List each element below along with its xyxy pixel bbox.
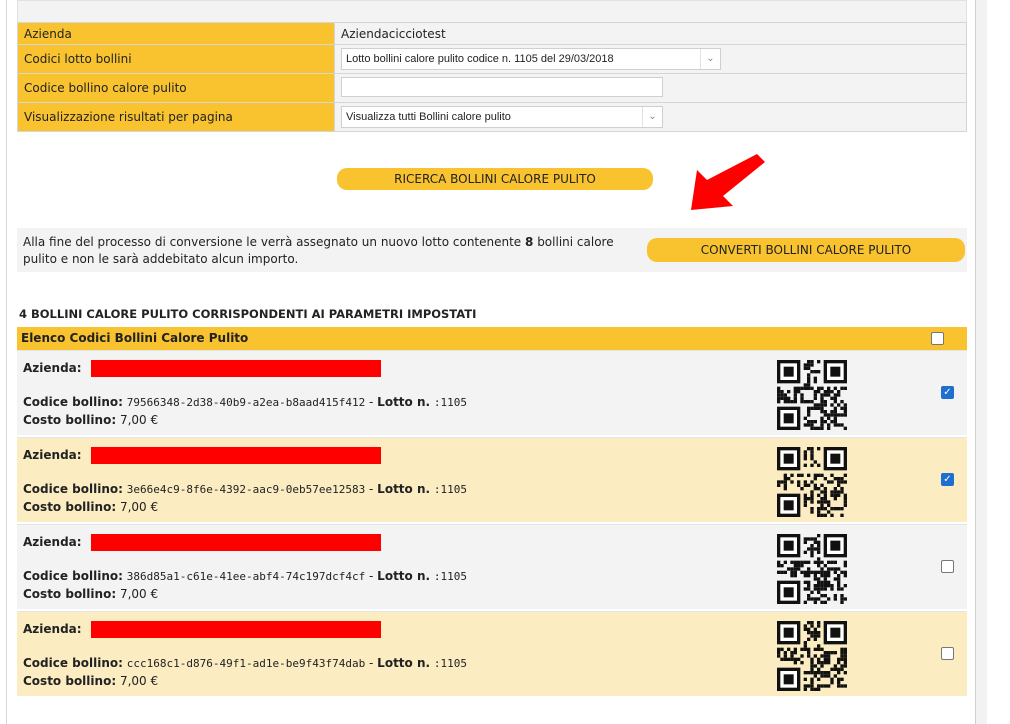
redacted-block [91,534,381,551]
codice-label: Codice bollino: [23,395,123,409]
codice-value: 79566348-2d38-40b9-a2ea-b8aad415f412 [126,396,366,409]
codice-line: Codice bollino: ccc168c1-d876-49f1-ad1e-… [23,656,468,670]
main-content: Azienda Aziendacicciotest Codici lotto b… [17,0,967,724]
results-title: 4 BOLLINI CALORE PULITO CORRISPONDENTI A… [19,307,477,321]
lotto-select-value: Lotto bollini calore pulito codice n. 11… [346,53,614,65]
codice-line: Codice bollino: 3e66e4c9-8f6e-4392-aac9-… [23,482,468,496]
costo-value: 7,00 € [119,674,159,688]
lotto-value: :1105 [433,657,468,670]
costo-line: Costo bollino: 7,00 € [23,587,158,601]
filter-row-azienda: Azienda Aziendacicciotest [17,22,967,45]
costo-label: Costo bollino: [23,587,117,601]
convert-description: Alla fine del processo di conversione le… [23,235,614,266]
list-item: Azienda: Codice bollino: ccc168c1-d876-49… [17,611,967,696]
select-all-checkbox[interactable] [931,332,944,345]
filter-label: Visualizzazione risultati per pagina [17,102,335,132]
codice-value: 3e66e4c9-8f6e-4392-aac9-0eb57ee12583 [126,483,366,496]
row-checkbox[interactable]: ✓ [941,386,954,399]
filter-label: Azienda [17,22,335,45]
left-frame-border [0,0,7,724]
filter-label: Codici lotto bollini [17,44,335,74]
costo-label: Costo bollino: [23,413,117,427]
results-per-page-select[interactable]: Visualizza tutti Bollini calore pulito ⌄ [341,106,663,128]
row-checkbox[interactable] [941,560,954,573]
filter-row-visualizzazione: Visualizzazione risultati per pagina Vis… [17,102,967,132]
row-checkbox[interactable] [941,647,954,660]
list-item: Azienda: Codice bollino: 386d85a1-c61e-41… [17,524,967,609]
lotto-label: Lotto n. [377,569,431,583]
lotto-label: Lotto n. [377,395,431,409]
lotto-value: :1105 [433,483,468,496]
costo-label: Costo bollino: [23,500,117,514]
lotto-label: Lotto n. [377,482,431,496]
chevron-down-icon: ⌄ [642,107,662,127]
filter-row-lotto: Codici lotto bollini Lotto bollini calor… [17,44,967,74]
filter-row-codice: Codice bollino calore pulito [17,73,967,103]
costo-line: Costo bollino: 7,00 € [23,674,158,688]
results-per-page-value: Visualizza tutti Bollini calore pulito [346,111,511,123]
qr-code-icon [777,360,847,430]
costo-line: Costo bollino: 7,00 € [23,500,158,514]
costo-line: Costo bollino: 7,00 € [23,413,158,427]
lotto-select[interactable]: Lotto bollini calore pulito codice n. 11… [341,48,721,70]
chevron-down-icon: ⌄ [700,49,720,69]
redacted-block [91,621,381,638]
list-item: Azienda: Codice bollino: 79566348-2d38-40… [17,350,967,435]
lotto-value: :1105 [433,396,468,409]
codice-value: 386d85a1-c61e-41ee-abf4-74c197dcf4cf [126,570,366,583]
azienda-value: Aziendacicciotest [334,22,967,45]
costo-value: 7,00 € [119,587,159,601]
redacted-block [91,447,381,464]
codice-bollino-input[interactable] [341,76,663,97]
azienda-label: Azienda: [23,622,82,636]
qr-code-icon [777,447,847,517]
vertical-scrollbar[interactable] [975,0,987,724]
convert-button[interactable]: CONVERTI BOLLINI CALORE PULITO [647,238,965,262]
costo-value: 7,00 € [119,413,159,427]
azienda-label: Azienda: [23,535,82,549]
lotto-label: Lotto n. [377,656,431,670]
red-arrow-icon [691,154,765,210]
costo-label: Costo bollino: [23,674,117,688]
redacted-block [91,360,381,377]
row-checkbox[interactable]: ✓ [941,473,954,486]
codice-value: ccc168c1-d876-49f1-ad1e-be9f43f74dab [126,657,366,670]
codice-label: Codice bollino: [23,569,123,583]
lotto-value: :1105 [433,570,468,583]
azienda-label: Azienda: [23,361,82,375]
convert-panel: Alla fine del processo di conversione le… [17,228,967,272]
list-header: Elenco Codici Bollini Calore Pulito [17,327,967,350]
codice-label: Codice bollino: [23,482,123,496]
list-header-label: Elenco Codici Bollini Calore Pulito [21,331,249,345]
costo-value: 7,00 € [119,500,159,514]
filter-label: Codice bollino calore pulito [17,73,335,103]
list-item: Azienda: Codice bollino: 3e66e4c9-8f6e-43… [17,437,967,522]
codice-line: Codice bollino: 386d85a1-c61e-41ee-abf4-… [23,569,468,583]
azienda-label: Azienda: [23,448,82,462]
codice-label: Codice bollino: [23,656,123,670]
filter-table: Azienda Aziendacicciotest Codici lotto b… [17,22,967,132]
top-strip [17,0,967,22]
codice-line: Codice bollino: 79566348-2d38-40b9-a2ea-… [23,395,468,409]
qr-code-icon [777,621,847,691]
search-button[interactable]: RICERCA BOLLINI CALORE PULITO [337,168,653,190]
qr-code-icon [777,534,847,604]
